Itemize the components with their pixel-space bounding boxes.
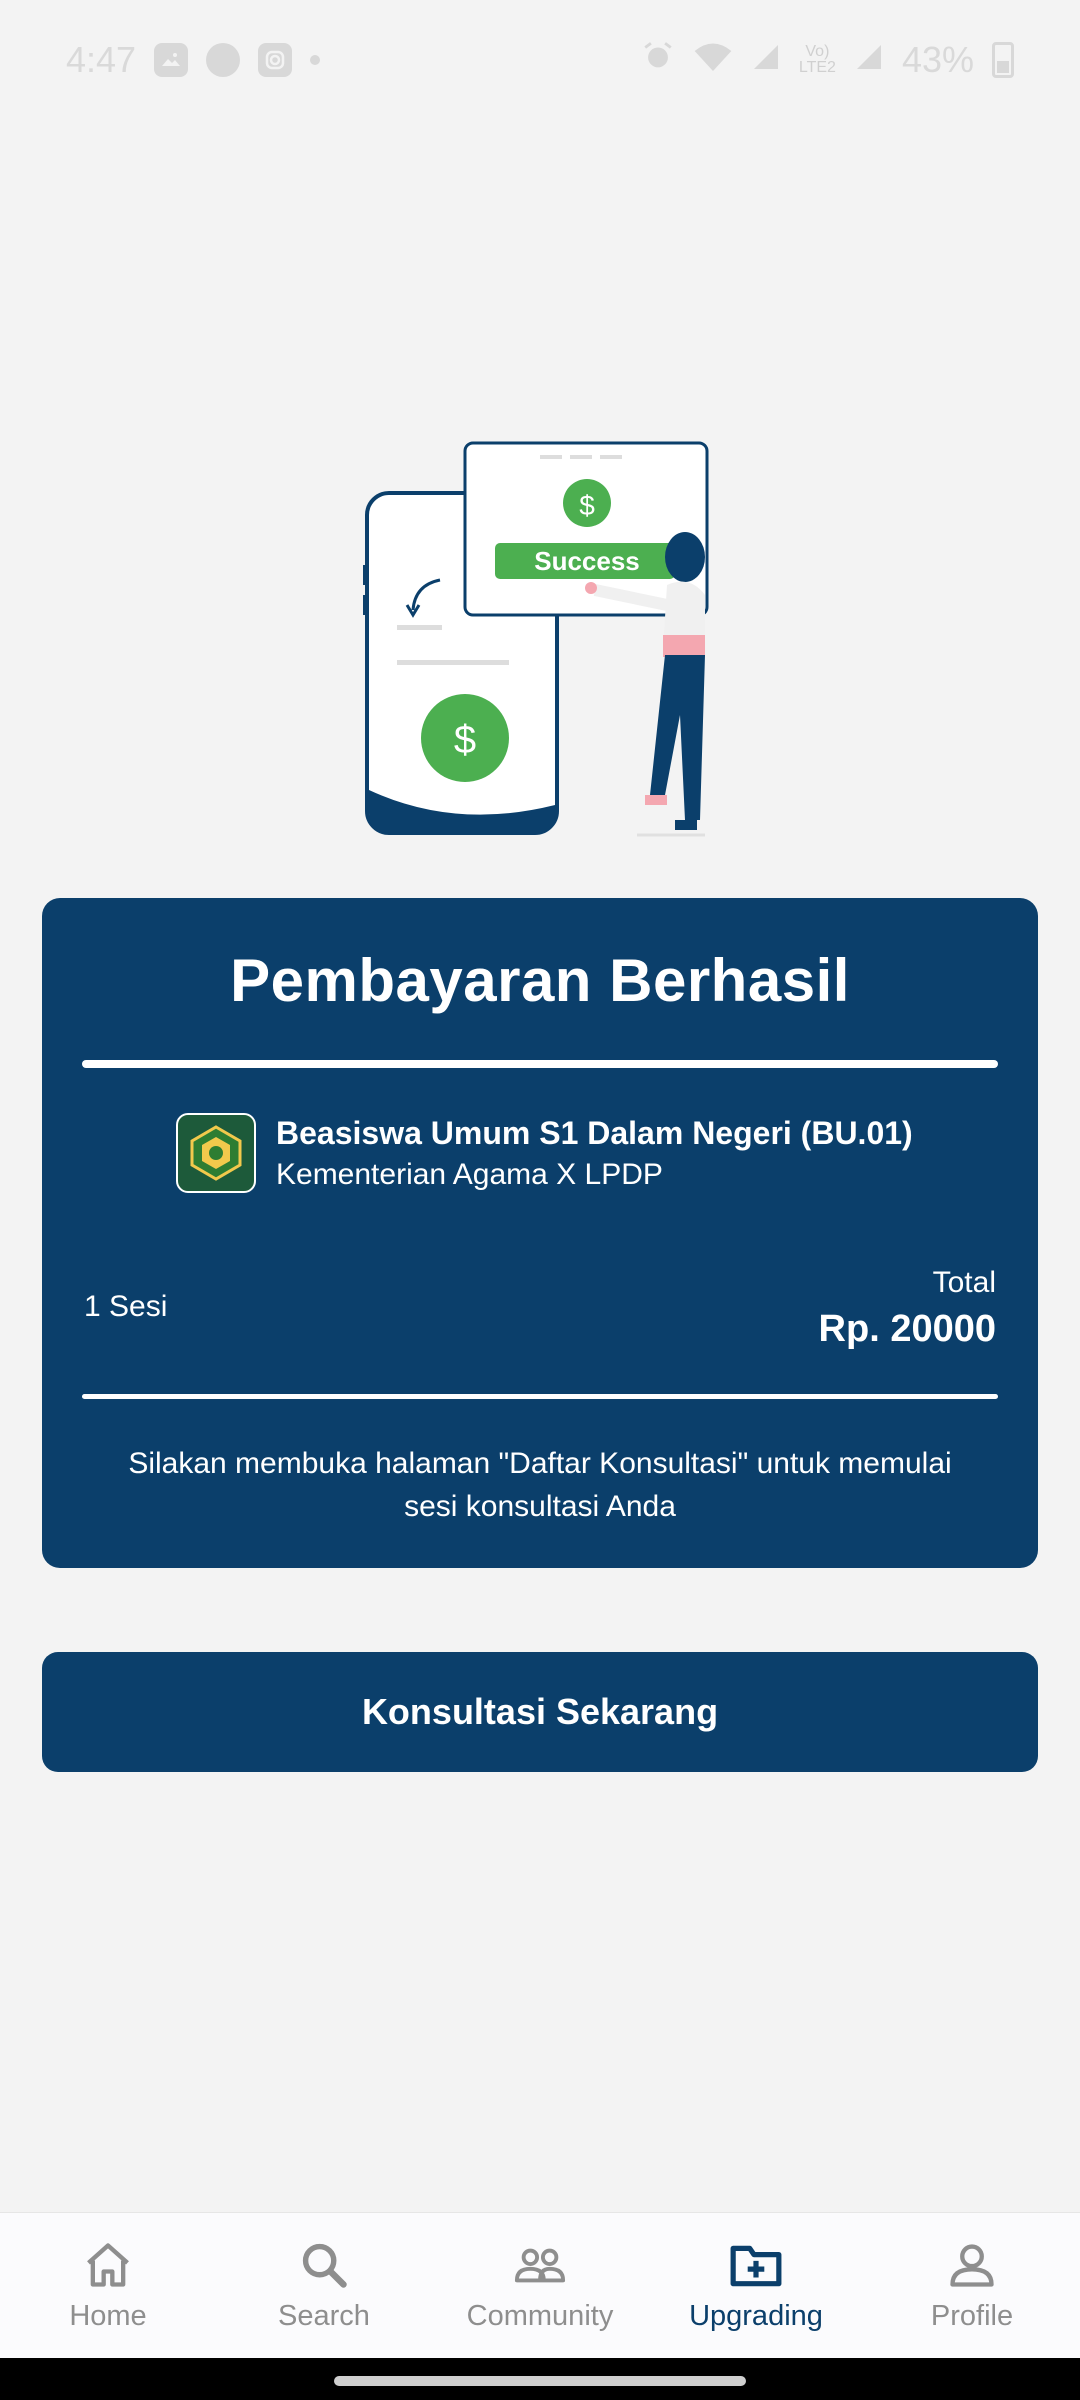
nav-label-home: Home <box>69 2300 147 2332</box>
system-gesture-bar <box>0 2358 1080 2400</box>
signal-icon-1 <box>751 39 781 81</box>
home-gesture-handle[interactable] <box>334 2376 746 2386</box>
battery-icon <box>992 42 1014 78</box>
nav-label-community: Community <box>466 2300 614 2332</box>
nav-item-community[interactable]: Community <box>432 2213 648 2359</box>
konsultasi-sekarang-button[interactable]: Konsultasi Sekarang <box>42 1652 1038 1772</box>
scholarship-info: Beasiswa Umum S1 Dalam Negeri (BU.01) Ke… <box>176 1113 913 1193</box>
total-amount: Rp. 20000 <box>818 1308 996 1350</box>
community-icon <box>513 2238 567 2292</box>
payment-success-card: Pembayaran Berhasil Beasiswa Umum S1 Dal… <box>42 898 1038 1568</box>
payment-success-title: Pembayaran Berhasil <box>230 947 850 1014</box>
nav-item-search[interactable]: Search <box>216 2213 432 2359</box>
folder-add-icon <box>729 2238 783 2292</box>
gallery-notification-icon <box>154 43 189 77</box>
line-notification-icon <box>206 43 241 77</box>
profile-icon <box>945 2238 999 2292</box>
bottom-navigation: Home Search Community Upgrading Profile <box>0 2212 1080 2358</box>
home-icon <box>81 2238 135 2292</box>
phone-dollar-sign: $ <box>454 718 476 762</box>
alarm-icon <box>641 39 675 82</box>
instruction-note: Silakan membuka halaman "Daftar Konsulta… <box>128 1447 952 1523</box>
network-type: Vo) LTE2 <box>799 44 836 76</box>
payment-success-illustration: $ $ Success <box>355 435 725 855</box>
signal-icon-2 <box>854 39 884 81</box>
nav-label-search: Search <box>278 2300 370 2332</box>
scholarship-name: Beasiswa Umum S1 Dalam Negeri (BU.01) <box>276 1114 913 1151</box>
status-time: 4:47 <box>66 39 137 80</box>
card-divider-top <box>82 1060 998 1068</box>
nav-label-profile: Profile <box>930 2300 1014 2332</box>
status-right: Vo) LTE2 43% <box>641 39 1014 82</box>
status-bar: 4:47 Vo) LTE2 43% <box>0 0 1080 120</box>
session-count: 1 Sesi <box>84 1290 168 1323</box>
nav-item-home[interactable]: Home <box>0 2213 216 2359</box>
kemenag-logo <box>176 1113 256 1193</box>
card-divider-bottom <box>82 1394 998 1399</box>
status-left: 4:47 <box>66 39 321 81</box>
network-label-top: Vo) <box>805 43 830 60</box>
scholarship-provider: Kementerian Agama X LPDP <box>276 1157 663 1191</box>
search-icon <box>297 2238 351 2292</box>
instagram-notification-icon <box>258 43 293 77</box>
more-notifications-dot <box>310 55 321 65</box>
success-label: Success <box>534 546 640 576</box>
nav-item-upgrading[interactable]: Upgrading <box>648 2213 864 2359</box>
nav-item-profile[interactable]: Profile <box>864 2213 1080 2359</box>
wifi-icon <box>693 39 733 82</box>
screen-dollar-sign: $ <box>579 490 595 521</box>
network-label-bottom: LTE2 <box>798 59 836 76</box>
battery-percent: 43% <box>901 39 974 80</box>
total-section: Total Rp. 20000 <box>819 1266 996 1351</box>
scholarship-text: Beasiswa Umum S1 Dalam Negeri (BU.01) Ke… <box>276 1115 913 1192</box>
total-label: Total <box>932 1266 996 1299</box>
nav-label-upgrading: Upgrading <box>689 2300 823 2332</box>
